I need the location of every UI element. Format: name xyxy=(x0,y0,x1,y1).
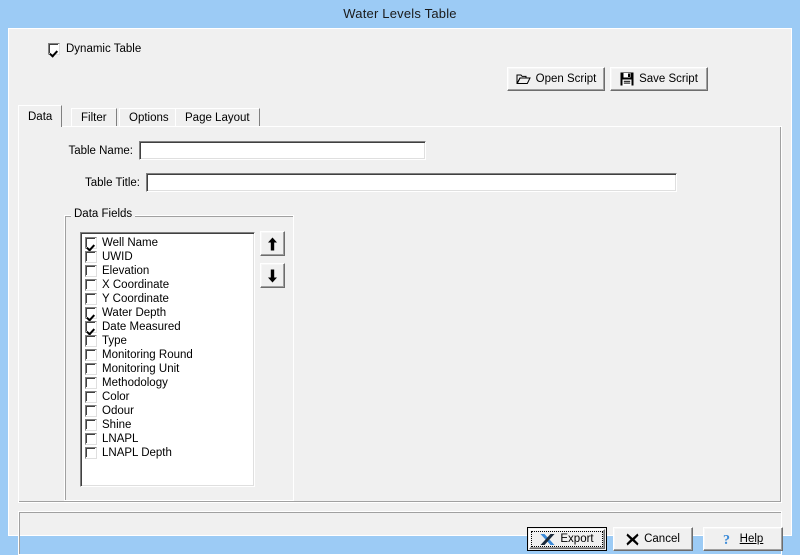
checkbox-indicator[interactable] xyxy=(85,265,97,277)
list-item[interactable]: Water Depth xyxy=(85,306,254,320)
list-item[interactable]: Monitoring Round xyxy=(85,348,254,362)
list-item[interactable]: Elevation xyxy=(85,264,254,278)
list-item[interactable]: Y Coordinate xyxy=(85,292,254,306)
list-item-label: Elevation xyxy=(102,265,150,277)
arrow-up-icon xyxy=(267,237,278,251)
cancel-label: Cancel xyxy=(644,533,680,545)
tab-options[interactable]: Options xyxy=(119,108,179,126)
list-item-label: UWID xyxy=(102,251,133,263)
checkbox-indicator[interactable] xyxy=(85,307,97,319)
open-script-button[interactable]: Open Script xyxy=(507,67,605,91)
list-item[interactable]: Methodology xyxy=(85,376,254,390)
list-item-label: Color xyxy=(102,391,130,403)
checkbox-indicator[interactable] xyxy=(85,251,97,263)
list-item-label: Well Name xyxy=(102,237,159,249)
list-item[interactable]: Date Measured xyxy=(85,320,254,334)
list-item-label: LNAPL xyxy=(102,433,139,445)
list-item[interactable]: Odour xyxy=(85,404,254,418)
tab-label: Options xyxy=(129,111,169,124)
checkbox-indicator[interactable] xyxy=(85,377,97,389)
list-item[interactable]: Monitoring Unit xyxy=(85,362,254,376)
list-item-label: Y Coordinate xyxy=(102,293,169,305)
tab-label: Data xyxy=(28,110,53,123)
tab-strip: Data Filter Options Page Layout xyxy=(18,105,782,127)
list-item-label: Odour xyxy=(102,405,134,417)
table-title-input[interactable] xyxy=(146,173,677,192)
data-fields-legend: Data Fields xyxy=(71,208,136,220)
list-item[interactable]: X Coordinate xyxy=(85,278,254,292)
x-mark-icon xyxy=(626,533,639,546)
dialog-window: Water Levels Table Dynamic Table Open Sc… xyxy=(0,0,800,555)
checkbox-indicator[interactable] xyxy=(85,419,97,431)
help-label: Help xyxy=(739,533,764,545)
checkbox-indicator[interactable] xyxy=(85,237,97,249)
export-button[interactable]: Export xyxy=(529,529,605,549)
svg-text:?: ? xyxy=(723,533,730,546)
question-mark-icon: ? xyxy=(723,532,735,546)
list-item-label: Methodology xyxy=(102,377,168,389)
table-name-label: Table Name: xyxy=(68,145,133,157)
floppy-disk-icon xyxy=(620,72,634,86)
list-item-label: Monitoring Unit xyxy=(102,363,180,375)
checkbox-indicator[interactable] xyxy=(85,391,97,403)
help-button[interactable]: ? Help xyxy=(703,527,783,551)
list-item[interactable]: Shine xyxy=(85,418,254,432)
list-item[interactable]: Type xyxy=(85,334,254,348)
checkbox-indicator[interactable] xyxy=(85,447,97,459)
save-script-button[interactable]: Save Script xyxy=(610,67,708,91)
list-item-label: Monitoring Round xyxy=(102,349,193,361)
checkbox-indicator[interactable] xyxy=(85,405,97,417)
list-item-label: X Coordinate xyxy=(102,279,170,291)
list-item-label: Type xyxy=(102,335,127,347)
export-button-default-frame: Export xyxy=(527,527,607,551)
open-folder-icon xyxy=(516,73,531,85)
table-title-label: Table Title: xyxy=(85,177,140,189)
checkbox-indicator[interactable] xyxy=(85,335,97,347)
dialog-client-area: Dynamic Table Open Script Save Script Da… xyxy=(8,28,792,555)
checkbox-indicator[interactable] xyxy=(85,293,97,305)
tab-data[interactable]: Data xyxy=(18,105,63,127)
list-item-label: Date Measured xyxy=(102,321,181,333)
move-field-down-button[interactable] xyxy=(260,263,285,288)
tab-filter[interactable]: Filter xyxy=(71,108,117,126)
list-item[interactable]: UWID xyxy=(85,250,254,264)
checkbox-indicator[interactable] xyxy=(85,433,97,445)
data-fields-listbox[interactable]: Well Name UWID Elevation X Coordinate Y Coor… xyxy=(80,232,255,487)
move-field-up-button[interactable] xyxy=(260,231,285,256)
list-item-label: Water Depth xyxy=(102,307,167,319)
list-item[interactable]: Color xyxy=(85,390,254,404)
table-name-input[interactable] xyxy=(139,141,426,160)
checkbox-indicator[interactable] xyxy=(85,279,97,291)
list-item[interactable]: LNAPL Depth xyxy=(85,446,254,460)
tab-label: Page Layout xyxy=(185,111,250,124)
export-label: Export xyxy=(560,533,594,545)
checkbox-indicator[interactable] xyxy=(85,363,97,375)
arrow-down-icon xyxy=(267,269,278,283)
tab-label: Filter xyxy=(81,111,107,124)
dynamic-table-label: Dynamic Table xyxy=(66,43,142,55)
window-title: Water Levels Table xyxy=(343,5,457,21)
tab-page-layout[interactable]: Page Layout xyxy=(175,108,260,126)
checkbox-indicator[interactable] xyxy=(85,321,97,333)
title-bar: Water Levels Table xyxy=(0,0,800,26)
checkbox-indicator[interactable] xyxy=(85,349,97,361)
open-script-label: Open Script xyxy=(535,73,597,85)
list-item[interactable]: LNAPL xyxy=(85,432,254,446)
excel-x-icon xyxy=(540,533,555,546)
list-item-label: LNAPL Depth xyxy=(102,447,172,459)
cancel-button[interactable]: Cancel xyxy=(613,527,693,551)
top-toolbar: Dynamic Table Open Script Save Script xyxy=(9,29,791,91)
save-script-label: Save Script xyxy=(639,73,698,85)
list-item[interactable]: Well Name xyxy=(85,236,254,250)
list-item-label: Shine xyxy=(102,419,132,431)
checkbox-indicator xyxy=(48,43,60,55)
dynamic-table-checkbox[interactable]: Dynamic Table xyxy=(48,43,141,55)
